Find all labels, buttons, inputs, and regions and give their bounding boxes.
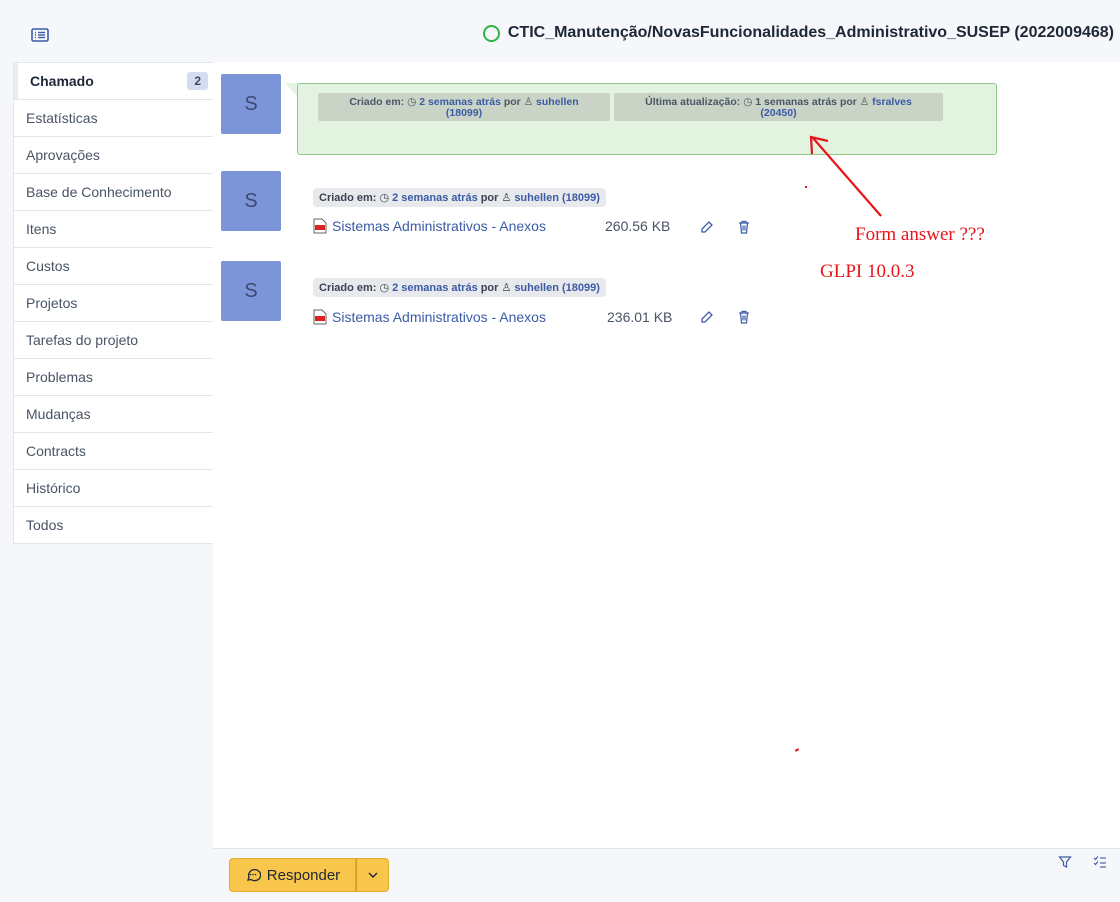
edit-icon[interactable] [700, 310, 714, 324]
tab-itens[interactable]: Itens [14, 211, 213, 248]
reply-label: Responder [266, 866, 341, 884]
document-link[interactable]: Sistemas Administrativos - Anexos [332, 309, 546, 325]
avatar: S [221, 171, 281, 231]
updated-info: Última atualização: ◷ 1 semanas atrás po… [614, 93, 943, 121]
edit-icon[interactable] [700, 220, 714, 234]
tab-projetos[interactable]: Projetos [14, 285, 213, 322]
clock-icon: ◷ [743, 96, 753, 108]
tab-base-de-conhecimento[interactable]: Base de Conhecimento [14, 174, 213, 211]
tab-label: Chamado [30, 73, 94, 89]
count-badge: 2 [187, 72, 208, 90]
created-label: Criado em: [319, 191, 377, 204]
checklist-icon[interactable] [1093, 855, 1107, 869]
clock-icon: ◷ [407, 96, 417, 108]
created-label: Criado em: [319, 281, 377, 294]
document-link[interactable]: Sistemas Administrativos - Anexos [332, 218, 546, 234]
tab-todos[interactable]: Todos [14, 507, 213, 543]
tab-historico[interactable]: Histórico [14, 470, 213, 507]
created-user-id[interactable]: (18099) [446, 107, 482, 119]
tab-problemas[interactable]: Problemas [14, 359, 213, 396]
top-bar: CTIC_Manutenção/NovasFuncionalidades_Adm… [0, 0, 1120, 62]
tab-sidebar: Chamado 2 Estatísticas Aprovações Base d… [13, 62, 214, 544]
by-word: por [480, 281, 499, 294]
clock-icon: ◷ [379, 192, 390, 204]
speech-bubble-icon [246, 869, 261, 882]
created-user-link[interactable]: suhellen [536, 96, 579, 108]
pdf-file-icon [313, 309, 327, 325]
user-link[interactable]: suhellen (18099) [514, 282, 600, 294]
timeline-panel: S Criado em: ◷ 2 semanas atrás por ♙ suh… [213, 62, 1120, 848]
annotation-dot [805, 186, 807, 188]
tab-label: Base de Conhecimento [26, 184, 172, 200]
reply-button[interactable]: Responder [229, 858, 356, 892]
ticket-title: CTIC_Manutenção/NovasFuncionalidades_Adm… [482, 24, 1114, 42]
created-label: Criado em: [349, 96, 405, 108]
clock-icon: ◷ [379, 282, 390, 294]
trash-icon[interactable] [737, 220, 751, 234]
annotation-mark [794, 748, 800, 752]
document-size: 260.56 KB [605, 218, 671, 234]
reply-dropdown-toggle[interactable] [356, 858, 389, 892]
tab-mudancas[interactable]: Mudanças [14, 396, 213, 433]
created-when[interactable]: 2 semanas atrás [392, 192, 478, 204]
tab-aprovacoes[interactable]: Aprovações [14, 137, 213, 174]
list-toggle-icon[interactable] [31, 28, 49, 42]
tab-chamado[interactable]: Chamado 2 [14, 63, 213, 100]
document-row: Sistemas Administrativos - Anexos [313, 218, 546, 234]
avatar: S [221, 74, 281, 134]
tab-label: Aprovações [26, 147, 100, 163]
document-meta-chip: Criado em: ◷ 2 semanas atrás por ♙ suhel… [313, 278, 606, 297]
tab-label: Contracts [26, 443, 86, 459]
avatar: S [221, 261, 281, 321]
document-meta-chip: Criado em: ◷ 2 semanas atrás por ♙ suhel… [313, 188, 606, 207]
document-row: Sistemas Administrativos - Anexos [313, 309, 546, 325]
updated-label: Última atualização: [645, 96, 741, 108]
tab-contracts[interactable]: Contracts [14, 433, 213, 470]
status-new-icon [482, 24, 500, 42]
tab-estatisticas[interactable]: Estatísticas [14, 100, 213, 137]
trash-icon[interactable] [737, 310, 751, 324]
user-icon: ♙ [501, 192, 512, 204]
tab-label: Problemas [26, 369, 93, 385]
created-info: Criado em: ◷ 2 semanas atrás por ♙ suhel… [318, 93, 610, 121]
bottom-action-bar: Responder [213, 848, 1120, 902]
user-icon: ♙ [859, 96, 870, 108]
tab-label: Estatísticas [26, 110, 98, 126]
tab-tarefas-do-projeto[interactable]: Tarefas do projeto [14, 322, 213, 359]
tab-label: Mudanças [26, 406, 91, 422]
annotation-glpi-version: GLPI 10.0.3 [820, 261, 915, 282]
by-word: por [503, 96, 521, 108]
tab-label: Custos [26, 258, 70, 274]
annotation-form-answer: Form answer ??? [855, 224, 985, 245]
updated-user-link[interactable]: fsralves [872, 96, 912, 108]
user-icon: ♙ [501, 282, 512, 294]
pdf-file-icon [313, 218, 327, 234]
by-word: por [480, 191, 499, 204]
chevron-down-icon [368, 872, 377, 878]
user-icon: ♙ [523, 96, 534, 108]
tab-label: Todos [26, 517, 64, 533]
ticket-title-text: CTIC_Manutenção/NovasFuncionalidades_Adm… [507, 24, 1114, 41]
annotation-arrow [809, 135, 882, 217]
document-size: 236.01 KB [607, 309, 673, 325]
created-when[interactable]: 2 semanas atrás [392, 282, 478, 294]
filter-icon[interactable] [1058, 855, 1072, 869]
by-word: por [839, 96, 857, 108]
tab-label: Itens [26, 221, 57, 237]
tab-label: Tarefas do projeto [26, 332, 139, 348]
tab-custos[interactable]: Custos [14, 248, 213, 285]
tab-label: Histórico [26, 480, 81, 496]
updated-user-id[interactable]: (20450) [760, 107, 796, 119]
user-link[interactable]: suhellen (18099) [514, 192, 600, 204]
tab-label: Projetos [26, 295, 78, 311]
